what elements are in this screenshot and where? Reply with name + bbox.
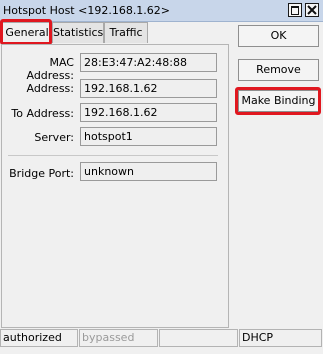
address-field[interactable]: 192.168.1.62 <box>80 79 217 98</box>
status-empty <box>159 329 238 347</box>
status-bypassed: bypassed <box>79 329 158 347</box>
close-icon[interactable] <box>305 3 319 17</box>
tab-bar: General Statistics Traffic <box>0 22 230 45</box>
status-dhcp: DHCP <box>239 329 322 347</box>
separator <box>8 155 218 156</box>
status-bar: authorized bypassed DHCP <box>0 328 323 354</box>
tab-general[interactable]: General <box>2 22 52 45</box>
remove-button[interactable]: Remove <box>238 59 319 81</box>
ok-button[interactable]: OK <box>238 25 319 47</box>
window-title: Hotspot Host <192.168.1.62> <box>3 4 171 17</box>
make-binding-button[interactable]: Make Binding <box>238 90 319 112</box>
to-address-label: To Address: <box>11 107 74 120</box>
bridge-port-label: Bridge Port: <box>9 167 74 180</box>
bridge-port-field[interactable]: unknown <box>80 162 217 181</box>
server-label: Server: <box>34 131 74 144</box>
status-authorized: authorized <box>0 329 78 347</box>
mac-address-field[interactable]: 28:E3:47:A2:48:88 <box>80 53 217 72</box>
maximize-icon[interactable] <box>288 3 302 17</box>
server-field[interactable]: hotspot1 <box>80 127 217 146</box>
tab-traffic[interactable]: Traffic <box>104 22 148 43</box>
mac-address-label: MAC Address: <box>26 56 74 82</box>
title-bar: Hotspot Host <192.168.1.62> <box>0 0 323 22</box>
address-label: Address: <box>26 82 74 95</box>
tab-statistics[interactable]: Statistics <box>52 22 104 43</box>
to-address-field[interactable]: 192.168.1.62 <box>80 103 217 122</box>
